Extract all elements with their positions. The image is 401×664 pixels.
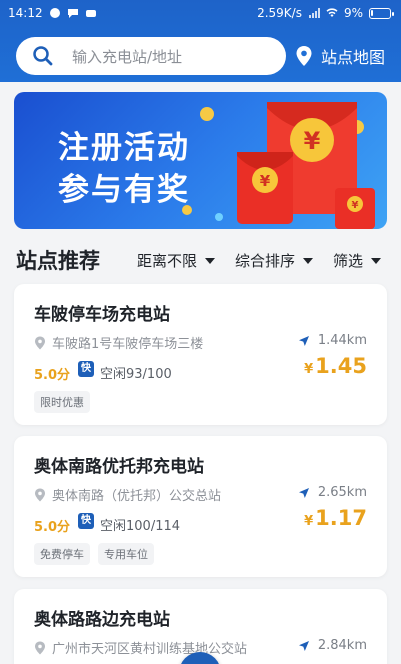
caret-down-icon <box>302 257 313 264</box>
notification-icon <box>49 8 60 18</box>
caret-down-icon <box>371 257 381 264</box>
station-name: 车陂停车场充电站 <box>34 305 170 325</box>
station-name: 奥体路路边充电站 <box>34 610 170 630</box>
svg-text:¥: ¥ <box>260 172 271 190</box>
station-availability: 空闲100/114 <box>100 519 181 534</box>
filter-bar: 距离不限 综合排序 筛选 <box>137 250 381 271</box>
station-tag: 限时优惠 <box>34 391 90 413</box>
station-map-label: 站点地图 <box>320 48 385 67</box>
search-placeholder: 输入充电站/地址 <box>72 47 183 66</box>
station-address-text: 奥体南路（优托邦）公交总站 <box>52 489 222 504</box>
station-distance-text: 2.84km <box>317 638 367 653</box>
station-tags: 免费停车 专用车位 <box>34 543 154 565</box>
station-address-text: 广州市天河区黄村训练基地公交站 <box>52 642 248 657</box>
caret-down-icon <box>204 257 215 264</box>
wifi-icon <box>326 8 338 17</box>
station-distance-text: 1.44km <box>317 333 367 348</box>
price-value: 1.45 <box>315 354 367 378</box>
battery-icon <box>369 7 394 19</box>
navigation-arrow-icon <box>298 640 309 651</box>
station-price: ¥ 1.45 <box>304 354 367 378</box>
signal-icon <box>308 8 320 18</box>
station-distance: 1.44km <box>298 333 367 348</box>
status-bar: 14:12 2.59K/s 9% <box>0 0 401 28</box>
fast-charge-badge: 快 <box>78 513 94 529</box>
battery-percent: 9% <box>343 6 363 20</box>
search-icon <box>33 46 53 66</box>
location-pin-icon <box>296 46 312 66</box>
filter-more-label: 筛选 <box>332 252 363 270</box>
station-distance: 2.84km <box>298 638 367 653</box>
station-card[interactable]: 车陂停车场充电站 车陂路1号车陂停车场三楼 1.44km 5.0分 快 空闲93… <box>14 284 387 425</box>
price-currency: ¥ <box>304 514 314 529</box>
filter-sort-label: 综合排序 <box>234 252 295 270</box>
svg-text:¥: ¥ <box>352 200 359 211</box>
filter-distance-label: 距离不限 <box>136 252 197 270</box>
filter-more[interactable]: 筛选 <box>333 250 381 271</box>
status-time: 14:12 <box>8 6 43 20</box>
section-title: 站点推荐 <box>16 249 100 273</box>
station-distance-text: 2.65km <box>317 485 367 500</box>
station-address: 车陂路1号车陂停车场三楼 <box>34 333 203 352</box>
chat-icon <box>67 9 78 18</box>
station-name: 奥体南路优托邦充电站 <box>34 457 204 477</box>
svg-text:¥: ¥ <box>304 127 321 155</box>
station-score: 5.0分 <box>34 368 71 383</box>
station-tags: 限时优惠 <box>34 391 90 413</box>
message-icon <box>85 10 96 17</box>
station-address-text: 车陂路1号车陂停车场三楼 <box>52 337 204 352</box>
station-tag: 免费停车 <box>34 543 90 565</box>
station-map-button[interactable]: 站点地图 <box>295 44 385 68</box>
station-availability: 空闲93/100 <box>100 367 172 382</box>
battery-fill <box>371 9 373 16</box>
navigation-arrow-icon <box>298 487 309 498</box>
station-address: 奥体南路（优托邦）公交总站 <box>34 485 221 504</box>
location-pin-icon <box>35 336 45 349</box>
station-distance: 2.65km <box>298 485 367 500</box>
location-pin-icon <box>35 641 45 654</box>
search-bar[interactable]: 输入充电站/地址 <box>16 37 286 75</box>
station-card[interactable]: 奥体南路优托邦充电站 奥体南路（优托邦）公交总站 2.65km 5.0分 快 空… <box>14 436 387 577</box>
fast-charge-badge: 快 <box>78 361 94 377</box>
station-tag: 专用车位 <box>98 543 154 565</box>
promo-banner[interactable]: 注册活动 参与有奖 ¥ ¥ ¥ <box>14 92 387 229</box>
station-score: 5.0分 <box>34 520 71 535</box>
station-address: 广州市天河区黄村训练基地公交站 <box>34 638 247 657</box>
price-currency: ¥ <box>304 362 314 377</box>
filter-sort[interactable]: 综合排序 <box>235 250 313 271</box>
station-price: ¥ 1.17 <box>304 506 367 530</box>
red-envelope-illustration: ¥ ¥ ¥ <box>182 102 375 229</box>
location-pin-icon <box>35 488 45 501</box>
network-speed: 2.59K/s <box>257 6 302 20</box>
filter-distance[interactable]: 距离不限 <box>137 250 215 271</box>
navigation-arrow-icon <box>298 335 309 346</box>
price-value: 1.17 <box>315 506 367 530</box>
